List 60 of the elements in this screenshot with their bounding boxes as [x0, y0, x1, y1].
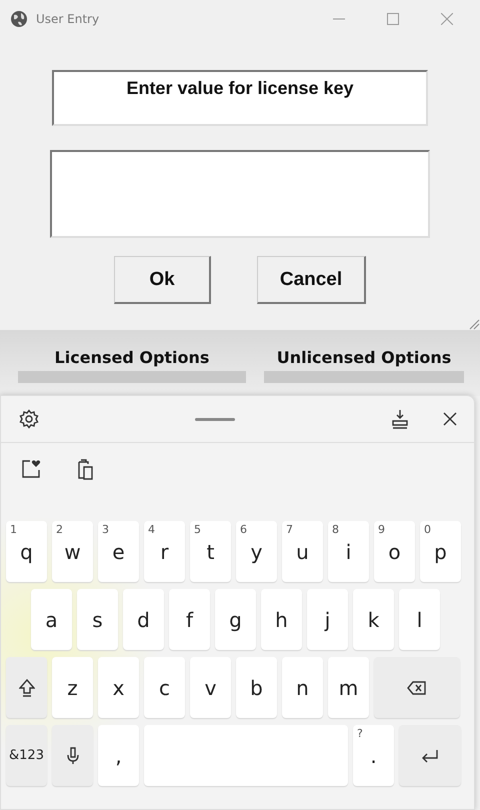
letter-key[interactable]: 6 y	[236, 521, 277, 582]
license-key-field[interactable]	[50, 150, 430, 238]
letter-key[interactable]: 0 p	[420, 521, 461, 582]
enter-icon	[421, 748, 439, 762]
letter-key[interactable]: j	[307, 589, 348, 650]
key-hint: 0	[424, 523, 431, 536]
key-hint: 8	[332, 523, 339, 536]
column-heading: Licensed Options	[54, 348, 210, 367]
letter-key[interactable]: k	[353, 589, 394, 650]
letter-key[interactable]: h	[261, 589, 302, 650]
letter-key[interactable]: 7 u	[282, 521, 323, 582]
letter-key[interactable]: n	[282, 657, 323, 718]
ok-button[interactable]: Ok	[114, 256, 211, 304]
maximize-icon[interactable]	[387, 13, 399, 25]
microphone-key[interactable]	[52, 725, 93, 786]
letter-key[interactable]: 4 r	[144, 521, 185, 582]
settings-icon[interactable]	[17, 407, 41, 431]
symbols-key[interactable]: &123	[6, 725, 47, 786]
key-hint: 1	[10, 523, 17, 536]
letter-key[interactable]: 8 i	[328, 521, 369, 582]
window-title: User Entry	[36, 12, 100, 26]
letter-key[interactable]: x	[98, 657, 139, 718]
key-hint: ?	[357, 727, 363, 740]
letter-key[interactable]: l	[399, 589, 440, 650]
shift-icon	[18, 678, 34, 696]
letter-key[interactable]: 2 w	[52, 521, 93, 582]
shift-key[interactable]	[6, 657, 47, 718]
letter-key[interactable]: v	[190, 657, 231, 718]
drag-handle[interactable]	[194, 418, 234, 420]
key-hint: 7	[286, 523, 293, 536]
letter-key[interactable]: 5 t	[190, 521, 231, 582]
letter-key[interactable]: ? .	[353, 725, 394, 786]
letter-key[interactable]: z	[52, 657, 93, 718]
resize-grip-icon	[468, 318, 480, 330]
letter-key[interactable]: m	[328, 657, 369, 718]
letter-key[interactable]: ,	[98, 725, 139, 786]
letter-key[interactable]: g	[215, 589, 256, 650]
backspace-key[interactable]	[374, 657, 460, 718]
letter-key[interactable]: a	[31, 589, 72, 650]
microphone-icon	[66, 746, 78, 764]
letter-key[interactable]: 3 e	[98, 521, 139, 582]
letter-key[interactable]: c	[144, 657, 185, 718]
letter-key[interactable]: 9 o	[374, 521, 415, 582]
globe-icon	[10, 10, 28, 28]
letter-key[interactable]: f	[169, 589, 210, 650]
key-hint: 9	[378, 523, 385, 536]
key-hint: 6	[240, 523, 247, 536]
key-hint: 2	[56, 523, 63, 536]
letter-key[interactable]: 1 q	[6, 521, 47, 582]
letter-key[interactable]: d	[123, 589, 164, 650]
column-heading: Unlicensed Options	[276, 348, 452, 367]
letter-key[interactable]: b	[236, 657, 277, 718]
minimize-icon[interactable]	[333, 18, 345, 20]
letter-key[interactable]: s	[77, 589, 118, 650]
backspace-icon	[407, 680, 427, 694]
prompt-label: Enter value for license key	[52, 70, 428, 126]
key-hint: 3	[102, 523, 109, 536]
key-hint: 5	[194, 523, 201, 536]
key-hint: 4	[148, 523, 155, 536]
cancel-button[interactable]: Cancel	[257, 256, 366, 304]
